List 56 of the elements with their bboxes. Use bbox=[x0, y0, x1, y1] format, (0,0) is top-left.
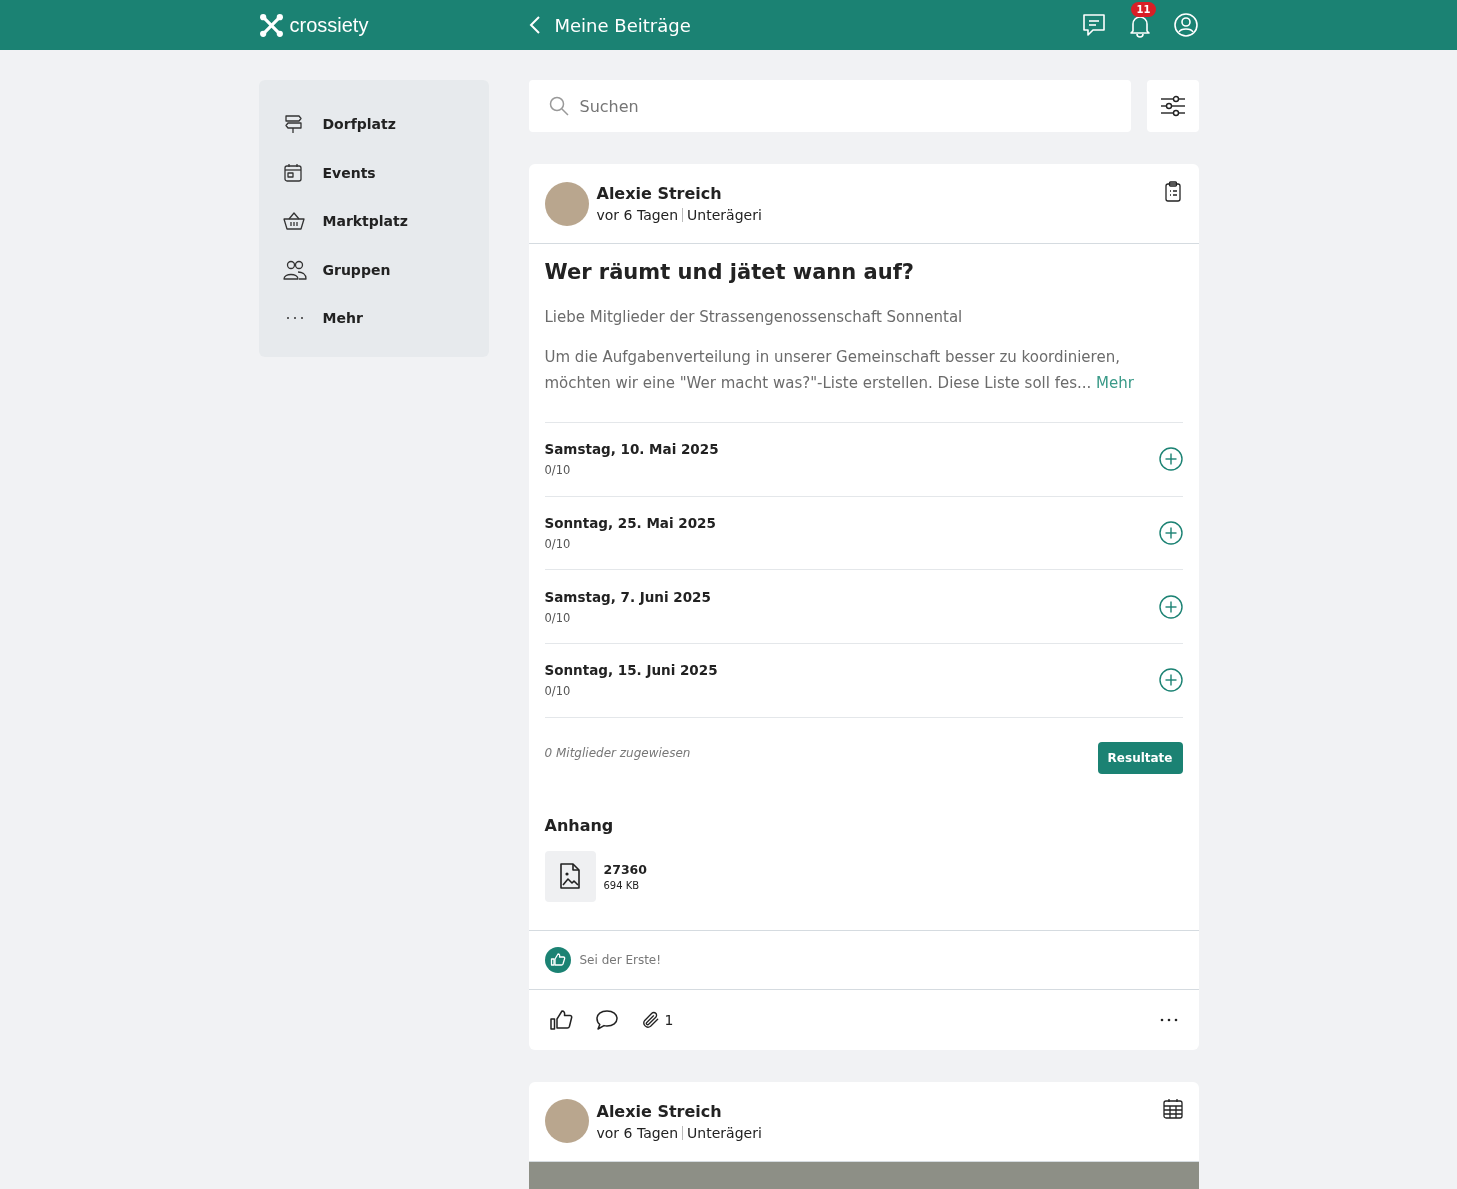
logo-icon bbox=[258, 12, 284, 38]
nav-item[interactable]: Gruppen bbox=[258, 245, 489, 294]
results-button[interactable]: Resultate bbox=[1097, 741, 1183, 774]
file-size: 694 KB bbox=[603, 879, 641, 891]
slot-date: Sonntag, 25. Mai 2025 bbox=[544, 515, 716, 532]
clipboard-icon bbox=[1162, 180, 1183, 202]
attachment-count: 1 bbox=[664, 1011, 674, 1028]
back-icon[interactable] bbox=[528, 15, 541, 35]
post-intro: Liebe Mitglieder der Strassengenossenschaft Sonnental bbox=[544, 307, 964, 328]
post-time: vor 6 Tagen bbox=[596, 1124, 679, 1141]
likes-text: Sei der Erste! bbox=[579, 952, 662, 967]
author-name[interactable]: Alexie Streich bbox=[596, 184, 1155, 203]
filter-button[interactable] bbox=[1146, 80, 1199, 132]
assigned-count: 0 Mitglieder zugewiesen bbox=[544, 745, 691, 760]
post-text: Um die Aufgabenverteilung in unserer Gemeinschaft besser zu koordinieren, möchten wir eine "Wer macht was?"-Liste erstellen. Diese Liste soll fes... Mehr bbox=[544, 347, 1135, 394]
speech-bubble-icon[interactable] bbox=[594, 1007, 619, 1032]
post-title: Wer räumt und jätet wann auf? bbox=[544, 260, 915, 284]
post-time: vor 6 Tagen bbox=[596, 207, 679, 223]
file-name: 27360 bbox=[603, 861, 647, 877]
paperclip-icon[interactable] bbox=[640, 1009, 661, 1030]
user-icon[interactable] bbox=[1172, 12, 1199, 38]
more-icon bbox=[285, 316, 304, 321]
post-location: Unterägeri bbox=[687, 1124, 762, 1141]
slot-count: 0/10 bbox=[544, 610, 572, 625]
post-location: Unterägeri bbox=[687, 207, 762, 223]
page-title: Meine Beiträge bbox=[554, 14, 691, 36]
thumbs-up-icon[interactable] bbox=[548, 1007, 573, 1032]
add-icon[interactable] bbox=[1158, 521, 1183, 546]
notification-count: 11 bbox=[1130, 2, 1157, 17]
sliders-icon bbox=[1159, 95, 1186, 117]
more-icon[interactable] bbox=[1158, 1016, 1179, 1023]
people-icon bbox=[282, 259, 307, 280]
more-link[interactable]: Mehr bbox=[1096, 374, 1134, 392]
add-icon[interactable] bbox=[1158, 668, 1183, 693]
image-file-icon bbox=[559, 862, 581, 891]
nav-item[interactable]: Events bbox=[258, 148, 489, 197]
slot-count: 0/10 bbox=[544, 684, 572, 699]
like-badge-icon bbox=[544, 946, 571, 973]
brand-name[interactable]: crossiety bbox=[289, 13, 369, 37]
slot-date: Samstag, 10. Mai 2025 bbox=[544, 441, 719, 458]
slot-date: Sonntag, 15. Juni 2025 bbox=[544, 662, 718, 679]
attachments-heading: Anhang bbox=[544, 815, 615, 835]
file-tile[interactable] bbox=[544, 850, 596, 902]
slot-count: 0/10 bbox=[544, 463, 572, 478]
nav-item[interactable]: Mehr bbox=[258, 294, 489, 343]
author-name[interactable]: Alexie Streich bbox=[596, 1101, 1155, 1121]
basket-icon bbox=[282, 211, 307, 232]
calendar-icon bbox=[1162, 1097, 1183, 1120]
add-icon[interactable] bbox=[1158, 594, 1183, 619]
chat-icon[interactable] bbox=[1080, 12, 1107, 38]
slot-date: Samstag, 7. Juni 2025 bbox=[544, 588, 711, 605]
nav-item[interactable]: Dorfplatz bbox=[258, 100, 489, 149]
search-field[interactable]: Suchen bbox=[528, 80, 1131, 132]
slot-count: 0/10 bbox=[544, 537, 572, 552]
nav-item[interactable]: Marktplatz bbox=[258, 197, 489, 246]
add-icon[interactable] bbox=[1158, 447, 1183, 472]
